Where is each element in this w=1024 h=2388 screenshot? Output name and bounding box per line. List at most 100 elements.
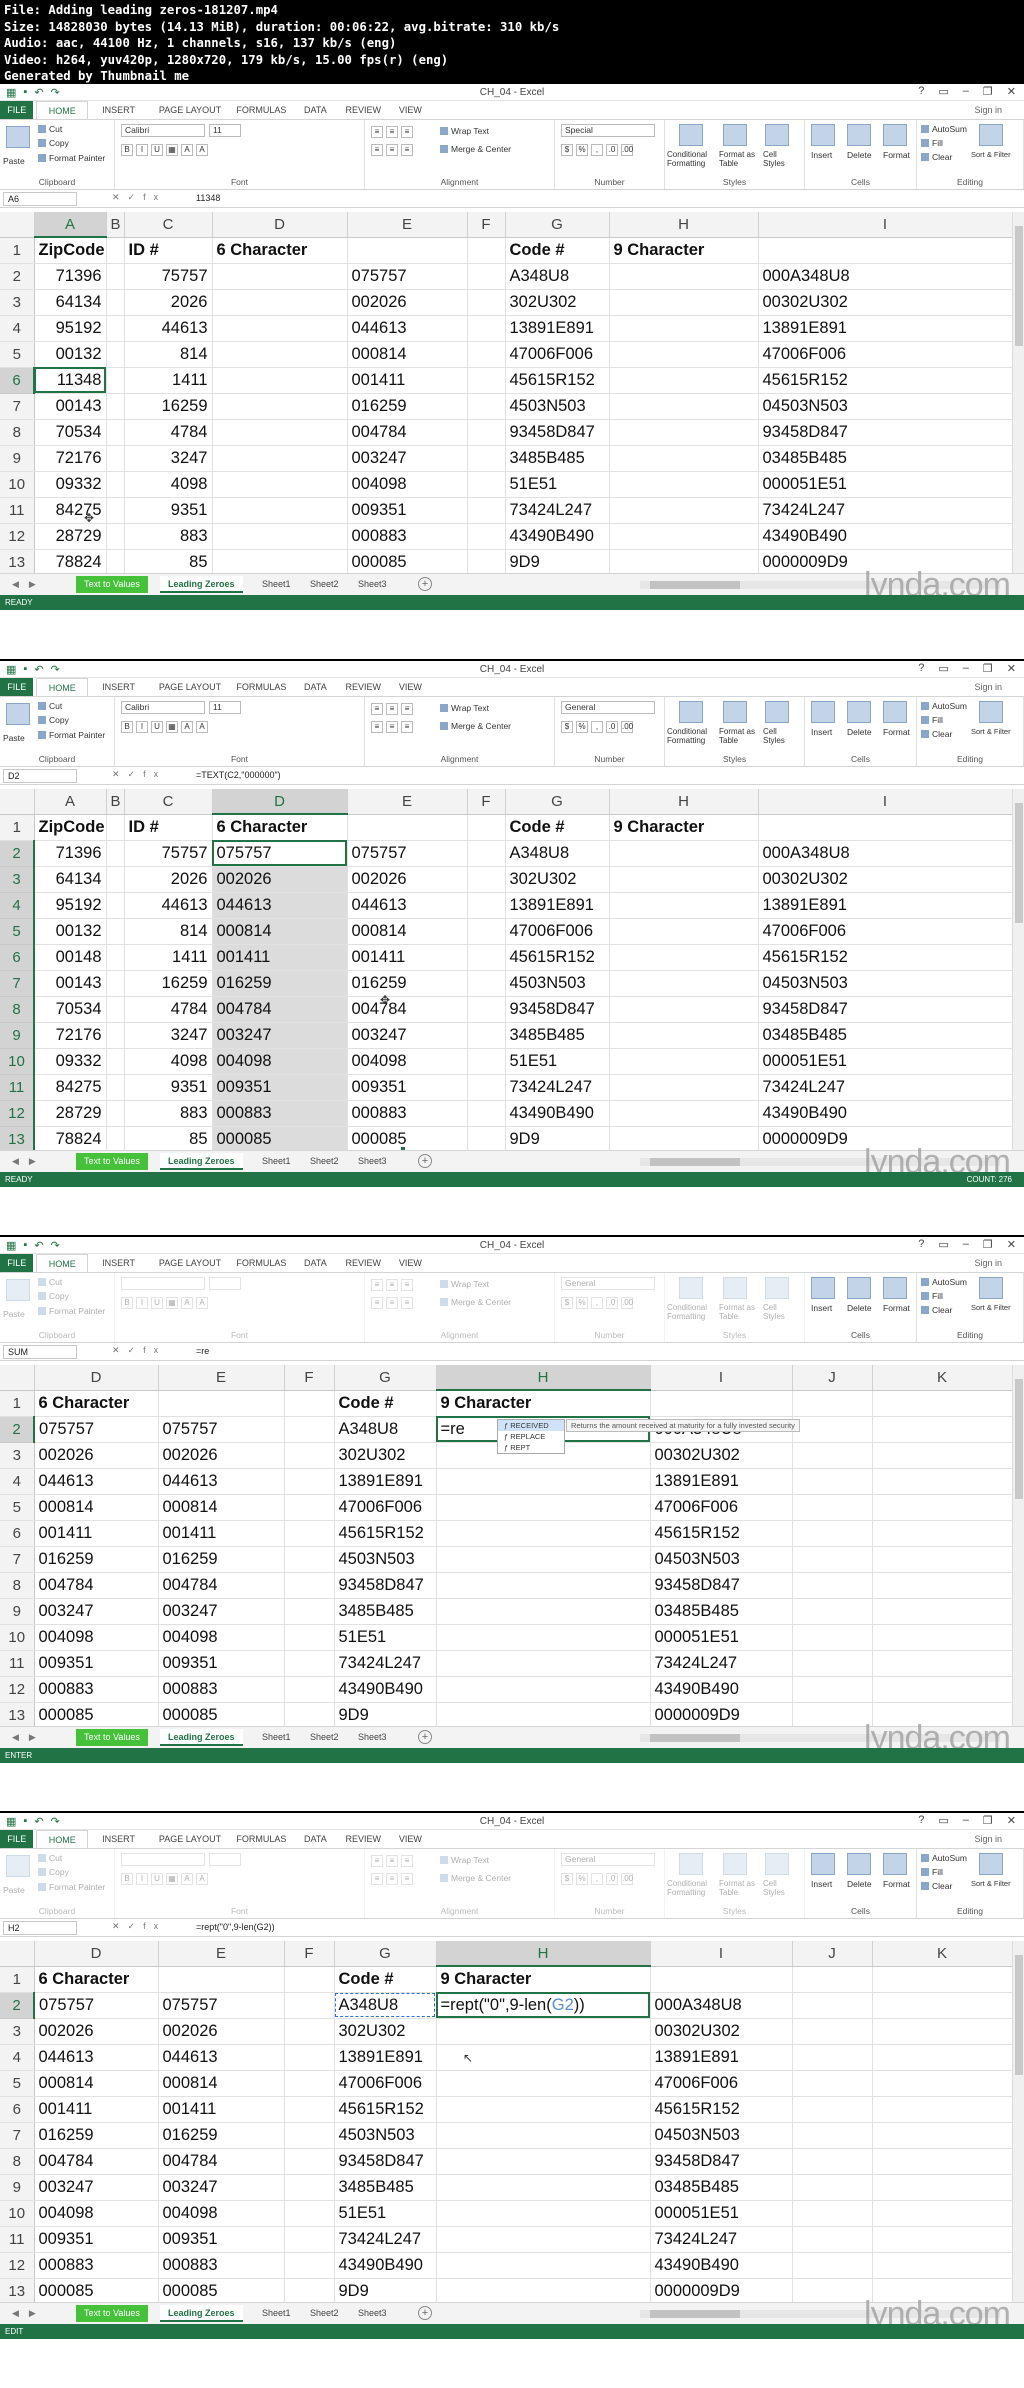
next-sheet-icon[interactable]: ▶ bbox=[29, 579, 46, 589]
cell-h10[interactable] bbox=[609, 471, 759, 498]
cell-a7[interactable]: 00143 bbox=[34, 970, 107, 997]
cell-e10[interactable]: 004098 bbox=[347, 1048, 468, 1075]
cell-k9[interactable] bbox=[872, 2174, 1013, 2201]
font-name-select[interactable]: Calibri bbox=[121, 124, 205, 137]
cell-b13[interactable] bbox=[106, 549, 125, 576]
cell-c11[interactable]: 9351 bbox=[124, 497, 213, 524]
border-icon[interactable]: ▦ bbox=[166, 144, 178, 156]
row-header[interactable]: 4 bbox=[0, 892, 35, 919]
cell-c9[interactable]: 3247 bbox=[124, 1022, 213, 1049]
cell-g8[interactable]: 93458D847 bbox=[334, 2148, 437, 2175]
cell-g3[interactable]: 302U302 bbox=[505, 289, 610, 316]
cell-a3[interactable]: 64134 bbox=[34, 289, 107, 316]
next-sheet-icon[interactable]: ▶ bbox=[29, 1732, 46, 1742]
cell-a5[interactable]: 00132 bbox=[34, 918, 107, 945]
row-header[interactable]: 11 bbox=[0, 1074, 35, 1101]
cell-f11[interactable] bbox=[467, 1074, 506, 1101]
cell-b9[interactable] bbox=[106, 445, 125, 472]
row-header[interactable]: 7 bbox=[0, 2122, 35, 2149]
cell-e4[interactable]: 044613 bbox=[347, 892, 468, 919]
cell-b4[interactable] bbox=[106, 892, 125, 919]
format-as-table-button[interactable]: Format as Table bbox=[719, 727, 759, 745]
cell-d2[interactable]: 075757 bbox=[34, 1992, 159, 2019]
cell-g1[interactable]: Code # bbox=[505, 814, 610, 841]
cell-h13[interactable] bbox=[609, 549, 759, 576]
cell-i10[interactable]: 000051E51 bbox=[758, 1048, 1013, 1075]
column-header-a[interactable]: A bbox=[34, 212, 107, 238]
cell-h4[interactable] bbox=[609, 315, 759, 342]
cell-f3[interactable] bbox=[284, 2018, 335, 2045]
cell-b11[interactable] bbox=[106, 497, 125, 524]
merge-center-button[interactable]: Merge & Center bbox=[440, 144, 511, 154]
cell-i3[interactable]: 00302U302 bbox=[758, 289, 1013, 316]
horizontal-scroll-thumb[interactable] bbox=[650, 1734, 740, 1742]
cell-e4[interactable]: 044613 bbox=[347, 315, 468, 342]
cell-b1[interactable] bbox=[106, 237, 125, 264]
delete-button[interactable]: Delete bbox=[847, 1879, 872, 1889]
paste-button[interactable]: Paste bbox=[3, 156, 25, 166]
bold-icon[interactable]: B bbox=[121, 144, 133, 156]
cell-a10[interactable]: 09332 bbox=[34, 1048, 107, 1075]
cell-d2[interactable]: 075757 bbox=[34, 1416, 159, 1443]
ribbon-display-icon[interactable]: ▭ bbox=[938, 1238, 948, 1251]
sheet-tab-leading-zeroes[interactable]: Leading Zeroes bbox=[160, 2305, 243, 2322]
column-header-f[interactable]: F bbox=[467, 212, 506, 238]
bold-icon[interactable]: B bbox=[121, 1873, 133, 1885]
new-sheet-icon[interactable]: + bbox=[418, 1154, 432, 1168]
cell-j13[interactable] bbox=[792, 1702, 873, 1729]
align-center-icon[interactable]: ≡ bbox=[386, 144, 398, 156]
cell-k10[interactable] bbox=[872, 1624, 1013, 1651]
horizontal-scroll-thumb[interactable] bbox=[650, 2310, 740, 2318]
sheet-tab-text-to-values[interactable]: Text to Values bbox=[76, 1729, 148, 1746]
delete-button[interactable]: Delete bbox=[847, 150, 872, 160]
cell-k7[interactable] bbox=[872, 2122, 1013, 2149]
cell-g4[interactable]: 13891E891 bbox=[505, 892, 610, 919]
cell-a11[interactable]: 84275 bbox=[34, 497, 107, 524]
align-top-icon[interactable]: ≡ bbox=[371, 703, 383, 715]
column-header-c[interactable]: C bbox=[124, 212, 213, 238]
sheet-tab-sheet2[interactable]: Sheet2 bbox=[302, 1729, 347, 1746]
cell-e10[interactable]: 004098 bbox=[158, 1624, 285, 1651]
tab-data[interactable]: DATA bbox=[296, 678, 334, 696]
cell-e5[interactable]: 000814 bbox=[347, 341, 468, 368]
cell-e2[interactable]: 075757 bbox=[158, 1416, 285, 1443]
vertical-scrollbar[interactable] bbox=[1012, 1365, 1024, 1726]
cell-e3[interactable]: 002026 bbox=[347, 289, 468, 316]
help-icon[interactable]: ? bbox=[918, 662, 924, 675]
cell-k4[interactable] bbox=[872, 2044, 1013, 2071]
help-icon[interactable]: ? bbox=[918, 1238, 924, 1251]
column-header-d[interactable]: D bbox=[212, 212, 348, 238]
decrease-decimal-icon[interactable]: .00 bbox=[621, 721, 633, 733]
cell-h6[interactable] bbox=[436, 1520, 651, 1547]
cell-k2[interactable] bbox=[872, 1416, 1013, 1443]
row-header[interactable]: 5 bbox=[0, 2070, 35, 2097]
cell-e5[interactable]: 000814 bbox=[158, 2070, 285, 2097]
cell-i12[interactable]: 43490B490 bbox=[758, 1100, 1013, 1127]
row-header[interactable]: 13 bbox=[0, 2278, 35, 2305]
sheet-tab-sheet2[interactable]: Sheet2 bbox=[302, 1153, 347, 1170]
align-left-icon[interactable]: ≡ bbox=[371, 144, 383, 156]
cell-k4[interactable] bbox=[872, 1468, 1013, 1495]
fill-button[interactable]: Fill bbox=[921, 138, 943, 148]
cell-i5[interactable]: 47006F006 bbox=[650, 2070, 793, 2097]
fill-color-icon[interactable]: A bbox=[181, 1873, 193, 1885]
cell-i6[interactable]: 45615R152 bbox=[650, 1520, 793, 1547]
cell-g12[interactable]: 43490B490 bbox=[505, 1100, 610, 1127]
cell-d11[interactable] bbox=[212, 497, 348, 524]
clear-button[interactable]: Clear bbox=[921, 1305, 952, 1315]
formula-input[interactable]: =TEXT(C2,"000000") bbox=[196, 770, 281, 780]
cell-e7[interactable]: 016259 bbox=[158, 2122, 285, 2149]
cell-i8[interactable]: 93458D847 bbox=[650, 1572, 793, 1599]
row-header[interactable]: 4 bbox=[0, 2044, 35, 2071]
cell-f8[interactable] bbox=[467, 996, 506, 1023]
row-header[interactable]: 9 bbox=[0, 445, 35, 472]
font-color-icon[interactable]: A bbox=[196, 721, 208, 733]
cell-c8[interactable]: 4784 bbox=[124, 419, 213, 446]
cell-k11[interactable] bbox=[872, 2226, 1013, 2253]
cell-b3[interactable] bbox=[106, 866, 125, 893]
cell-f11[interactable] bbox=[284, 2226, 335, 2253]
currency-icon[interactable]: $ bbox=[561, 1297, 573, 1309]
cell-h12[interactable] bbox=[436, 1676, 651, 1703]
cell-k12[interactable] bbox=[872, 1676, 1013, 1703]
cell-b1[interactable] bbox=[106, 814, 125, 841]
